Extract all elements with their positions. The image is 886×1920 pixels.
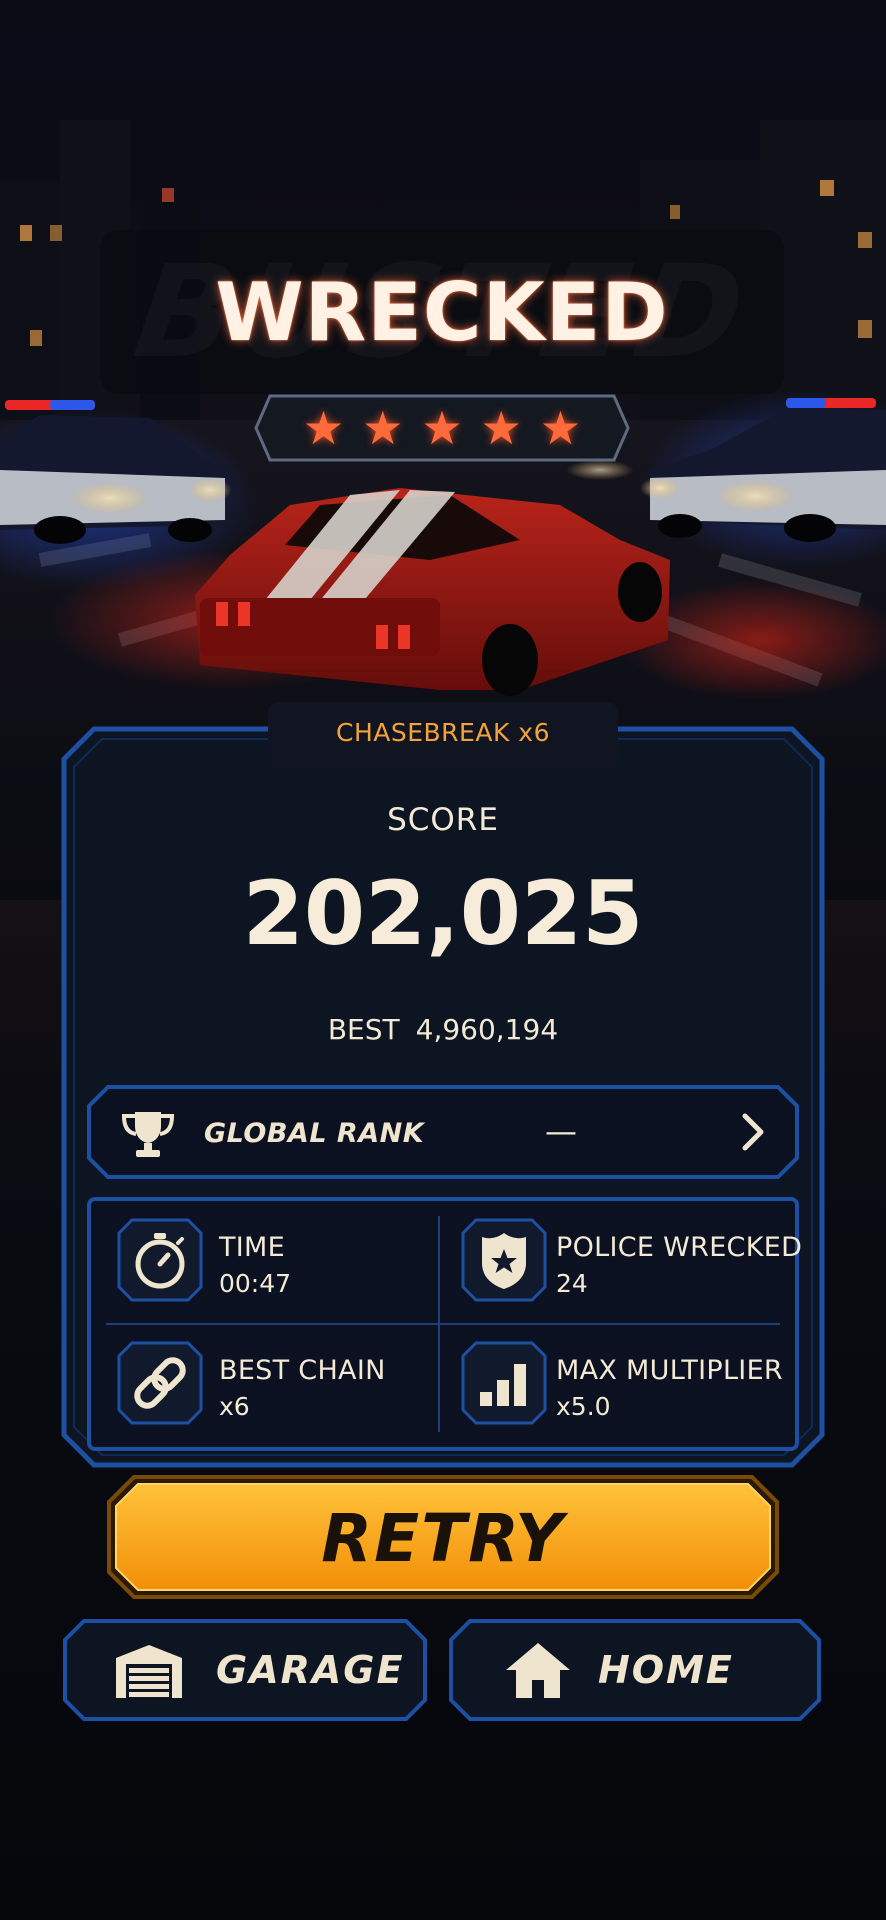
global-rank-row[interactable] (86, 1084, 800, 1180)
chevron-right-icon (742, 1113, 764, 1151)
retry-button-label: RETRY (321, 1500, 565, 1577)
stat-value: x5.0 (556, 1392, 611, 1421)
stat-police-wrecked: POLICE WRECKED 24 (556, 1232, 802, 1298)
stat-title: POLICE WRECKED (556, 1232, 803, 1263)
wanted-stars: ★ ★ ★ ★ ★ (254, 394, 630, 462)
stat-max-multiplier: MAX MULTIPLIER x5.0 (556, 1355, 783, 1421)
stat-best-chain: BEST CHAIN x6 (219, 1355, 386, 1421)
global-rank-value: — (545, 1112, 577, 1150)
trophy-icon (121, 1112, 175, 1157)
result-title: WRECKED (215, 265, 669, 359)
game-over-screen: BUSTED WRECKED ★ ★ ★ ★ ★ CHASEBREAK x6 S… (0, 0, 886, 1920)
garage-icon (116, 1645, 182, 1698)
result-banner: BUSTED WRECKED (100, 230, 784, 394)
stat-value: 24 (556, 1269, 588, 1298)
star-icon: ★ (539, 401, 582, 455)
stat-title: BEST CHAIN (219, 1355, 386, 1386)
stat-title: MAX MULTIPLIER (556, 1355, 783, 1386)
chain-badge: CHASEBREAK x6 (336, 718, 550, 747)
star-icon: ★ (362, 401, 404, 455)
score-value: 202,025 (242, 862, 644, 965)
chain-link-icon-tile (117, 1341, 203, 1425)
best-score-value: 4,960,194 (415, 1013, 559, 1046)
home-button-label: HOME (598, 1648, 734, 1692)
stopwatch-icon-tile (117, 1218, 203, 1302)
stat-title: TIME (219, 1232, 286, 1263)
signal-bars-icon-tile (461, 1341, 547, 1425)
score-label: SCORE (387, 802, 499, 838)
police-badge-icon-tile (461, 1218, 547, 1302)
best-score: BEST 4,960,194 (0, 1013, 886, 1046)
home-icon (506, 1643, 570, 1698)
stat-time: TIME 00:47 (219, 1232, 291, 1298)
best-score-label: BEST (327, 1013, 400, 1046)
star-icon: ★ (302, 401, 345, 455)
stat-value: 00:47 (219, 1269, 292, 1298)
star-icon: ★ (480, 401, 522, 455)
stat-value: x6 (219, 1392, 250, 1421)
garage-button-label: GARAGE (216, 1648, 405, 1692)
global-rank-label: GLOBAL RANK (204, 1118, 425, 1149)
star-icon: ★ (421, 401, 463, 455)
